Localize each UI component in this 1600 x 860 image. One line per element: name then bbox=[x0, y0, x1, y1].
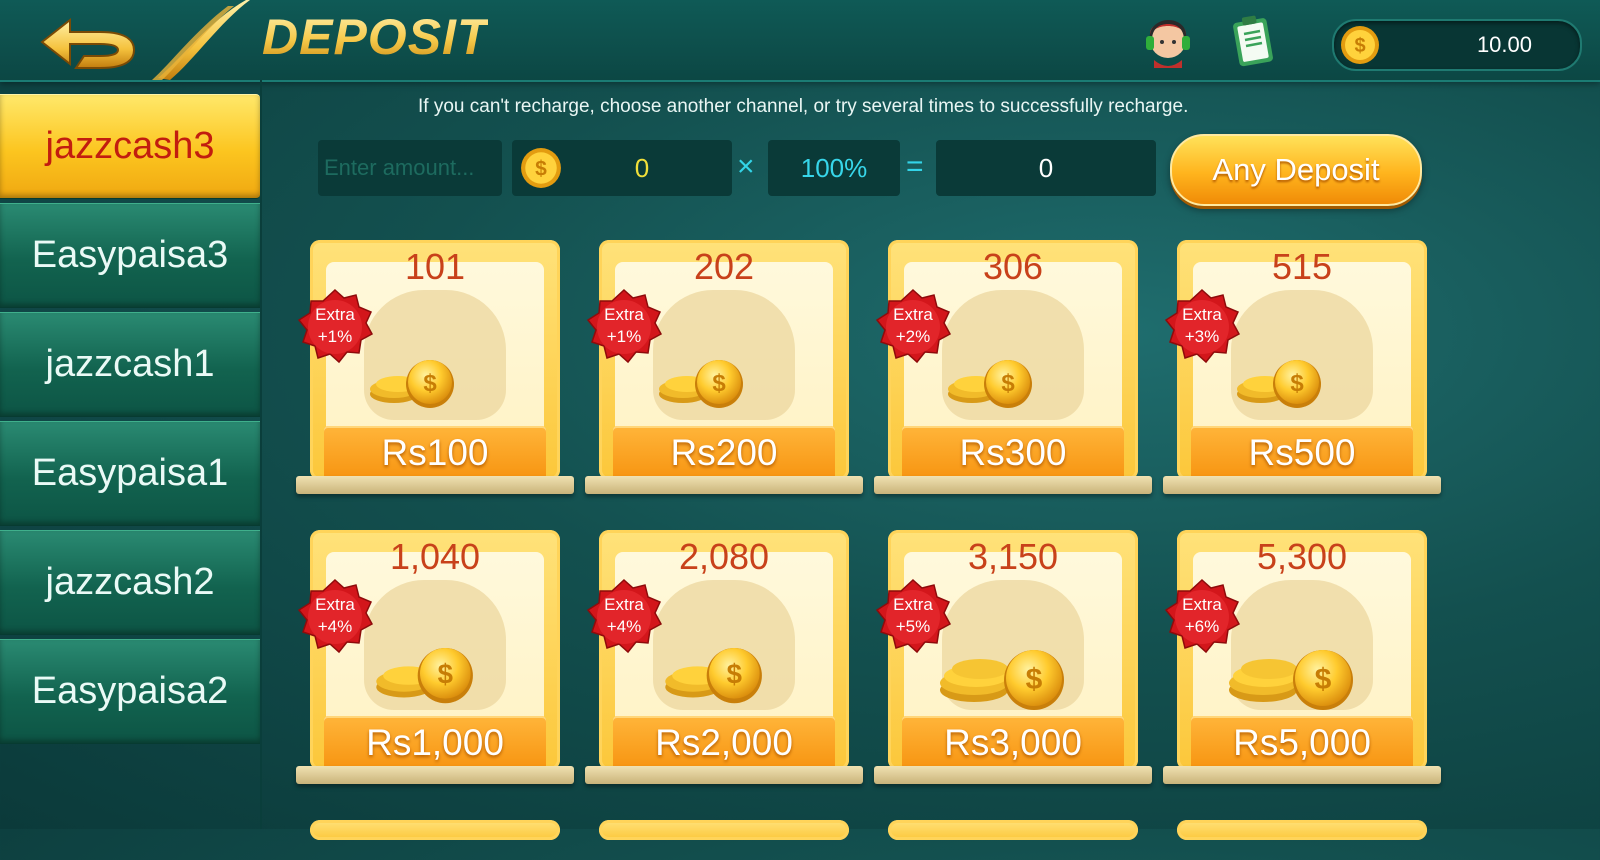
package-card[interactable]: 306 Rs300 Extra +2% bbox=[874, 240, 1162, 502]
package-price: Rs5,000 bbox=[1191, 716, 1413, 770]
coin-amount-display: $ 0 bbox=[512, 140, 732, 196]
header-divider-slash bbox=[152, 0, 250, 80]
svg-text:$: $ bbox=[1354, 35, 1365, 57]
balance-amount: 10.00 bbox=[1476, 32, 1532, 57]
amount-input[interactable] bbox=[318, 140, 502, 196]
extra-badge: Extra +4% bbox=[604, 595, 644, 636]
package-chips: 1,040 bbox=[389, 536, 481, 577]
sidebar-item-easypaisa1[interactable]: Easypaisa1 bbox=[0, 421, 260, 526]
package-card-partial[interactable] bbox=[874, 820, 1162, 860]
sidebar-item-label: Easypaisa2 bbox=[31, 670, 229, 712]
svg-text:$: $ bbox=[535, 157, 547, 180]
package-price: Rs200 bbox=[613, 426, 835, 480]
sidebar-item-label: jazzcash2 bbox=[45, 561, 215, 603]
package-price: Rs500 bbox=[1191, 426, 1413, 480]
sidebar-item-jazzcash3[interactable]: jazzcash3 bbox=[0, 94, 260, 199]
extra-badge: Extra +2% bbox=[893, 305, 933, 346]
package-chips: 101 bbox=[404, 246, 466, 287]
bonus-rate: 100% bbox=[768, 140, 900, 196]
package-card-partial[interactable] bbox=[1163, 820, 1451, 860]
package-card[interactable]: 515 Rs500 Extra +3% bbox=[1163, 240, 1451, 502]
gold-coins-icon bbox=[948, 360, 1032, 408]
gold-coins-icon bbox=[659, 360, 743, 408]
package-price: Rs100 bbox=[324, 426, 546, 480]
gold-coins-icon bbox=[370, 360, 454, 408]
clipboard-record-icon[interactable] bbox=[1230, 12, 1278, 70]
coin-amount-value: 0 bbox=[634, 152, 650, 183]
extra-badge: Extra +5% bbox=[893, 595, 933, 636]
package-card[interactable]: 5,300 Rs5,000 Extra +6% bbox=[1163, 530, 1451, 792]
multiply-sign: × bbox=[737, 150, 755, 183]
sidebar-item-jazzcash1[interactable]: jazzcash1 bbox=[0, 312, 260, 417]
sidebar-item-label: jazzcash3 bbox=[45, 125, 215, 167]
package-card[interactable]: 101 Rs100 Extra +1% bbox=[296, 240, 584, 502]
customer-support-icon[interactable] bbox=[1140, 16, 1196, 70]
package-chips: 3,150 bbox=[967, 536, 1059, 577]
sidebar-item-jazzcash2[interactable]: jazzcash2 bbox=[0, 530, 260, 635]
top-bar: DEPOSIT $ 10.00 bbox=[0, 0, 1600, 82]
extra-badge: Extra +6% bbox=[1182, 595, 1222, 636]
package-price: Rs300 bbox=[902, 426, 1124, 480]
sidebar-item-easypaisa3[interactable]: Easypaisa3 bbox=[0, 203, 260, 308]
any-deposit-button[interactable]: Any Deposit bbox=[1170, 134, 1422, 206]
package-chips: 5,300 bbox=[1256, 536, 1348, 577]
package-card-partial[interactable] bbox=[296, 820, 584, 860]
balance-display: $ 10.00 bbox=[1332, 19, 1582, 71]
package-card-partial[interactable] bbox=[585, 820, 873, 860]
gold-coin-icon: $ bbox=[1341, 26, 1379, 64]
package-card[interactable]: 3,150 Rs3,000 Extra +5% bbox=[874, 530, 1162, 792]
sidebar-item-label: jazzcash1 bbox=[45, 343, 215, 385]
package-chips: 306 bbox=[982, 246, 1044, 287]
back-arrow-icon[interactable] bbox=[40, 14, 136, 70]
package-card[interactable]: 2,080 Rs2,000 Extra +4% bbox=[585, 530, 873, 792]
result-amount: 0 bbox=[936, 140, 1156, 196]
extra-badge: Extra +1% bbox=[315, 305, 355, 346]
package-price: Rs2,000 bbox=[613, 716, 835, 770]
package-price: Rs3,000 bbox=[902, 716, 1124, 770]
sidebar-divider bbox=[260, 80, 262, 829]
gold-coins-icon bbox=[1237, 360, 1321, 408]
payment-channel-list: jazzcash3 Easypaisa3 jazzcash1 Easypaisa… bbox=[0, 94, 260, 748]
gold-coin-icon: $ bbox=[521, 148, 561, 188]
sidebar-item-easypaisa2[interactable]: Easypaisa2 bbox=[0, 639, 260, 744]
sidebar-item-label: Easypaisa3 bbox=[31, 234, 229, 276]
sidebar-item-label: Easypaisa1 bbox=[31, 452, 229, 494]
package-card[interactable]: 1,040 Rs1,000 Extra +4% bbox=[296, 530, 584, 792]
package-chips: 515 bbox=[1271, 246, 1333, 287]
page-title: DEPOSIT bbox=[262, 9, 489, 65]
recharge-notice: If you can't recharge, choose another ch… bbox=[418, 96, 1189, 117]
package-chips: 2,080 bbox=[678, 536, 770, 577]
equals-sign: = bbox=[906, 150, 924, 183]
package-price: Rs1,000 bbox=[324, 716, 546, 770]
extra-badge: Extra +4% bbox=[315, 595, 355, 636]
package-chips: 202 bbox=[693, 246, 755, 287]
gold-coins-icon bbox=[1229, 650, 1353, 710]
gold-coins-icon bbox=[665, 648, 762, 704]
package-card[interactable]: 202 Rs200 Extra +1% bbox=[585, 240, 873, 502]
gold-coins-icon bbox=[376, 648, 473, 704]
extra-badge: Extra +1% bbox=[604, 305, 644, 346]
extra-badge: Extra +3% bbox=[1182, 305, 1222, 346]
gold-coins-icon bbox=[940, 650, 1064, 710]
